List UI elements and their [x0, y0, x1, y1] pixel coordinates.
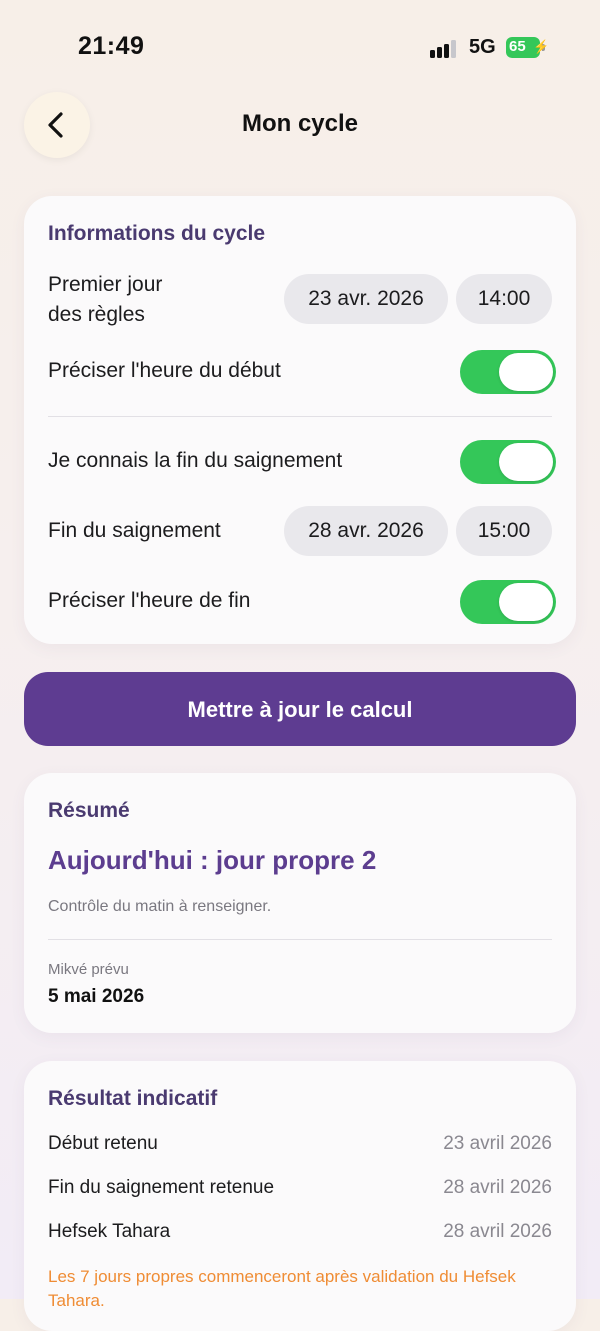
- toggle-knob: [499, 353, 553, 391]
- know-end-toggle[interactable]: [460, 440, 556, 484]
- divider: [48, 939, 552, 940]
- result-row-value: 28 avril 2026: [443, 1221, 552, 1242]
- update-calculation-button[interactable]: Mettre à jour le calcul: [24, 672, 576, 746]
- signal-icon: [430, 40, 460, 58]
- first-day-label-line1: Premier jour: [48, 273, 163, 296]
- today-status: Aujourd'hui : jour propre 2: [48, 845, 377, 875]
- result-row-label: Hefsek Tahara: [48, 1221, 171, 1242]
- end-label: Fin du saignement: [48, 519, 221, 542]
- summary-card: Résumé Aujourd'hui : jour propre 2 Contr…: [24, 773, 576, 1033]
- summary-title: Résumé: [48, 799, 130, 822]
- result-row-label: Début retenu: [48, 1133, 158, 1154]
- result-card: Résultat indicatif Début retenu 23 avril…: [24, 1061, 576, 1331]
- cycle-info-title: Informations du cycle: [48, 222, 266, 245]
- morning-check-note: Contrôle du matin à renseigner.: [48, 898, 272, 915]
- result-row-value: 23 avril 2026: [443, 1133, 552, 1154]
- first-day-label-line2: des règles: [48, 303, 145, 326]
- network-type: 5G: [469, 36, 496, 58]
- battery-level: 65: [509, 38, 526, 55]
- end-time-toggle[interactable]: [460, 580, 556, 624]
- end-time-picker[interactable]: 15:00: [456, 506, 552, 556]
- know-end-label: Je connais la fin du saignement: [48, 449, 343, 472]
- start-time-toggle[interactable]: [460, 350, 556, 394]
- first-day-date-picker[interactable]: 23 avr. 2026: [284, 274, 448, 324]
- status-time: 21:49: [78, 32, 145, 60]
- charging-bolt-icon: ⚡: [533, 39, 550, 54]
- start-time-toggle-label: Préciser l'heure du début: [48, 359, 281, 382]
- toggle-knob: [499, 583, 553, 621]
- result-title: Résultat indicatif: [48, 1087, 218, 1110]
- divider: [48, 416, 552, 417]
- first-day-time-picker[interactable]: 14:00: [456, 274, 552, 324]
- page-title: Mon cycle: [241, 110, 359, 137]
- toggle-knob: [499, 443, 553, 481]
- end-time-toggle-label: Préciser l'heure de fin: [48, 589, 251, 612]
- result-row-value: 28 avril 2026: [443, 1177, 552, 1198]
- warning-text: Les 7 jours propres commenceront après v…: [48, 1267, 516, 1310]
- status-bar: 21:49 5G 65 ⚡: [0, 0, 600, 90]
- mikve-date: 5 mai 2026: [48, 986, 145, 1007]
- result-row-label: Fin du saignement retenue: [48, 1177, 275, 1198]
- mikve-label: Mikvé prévu: [48, 961, 129, 978]
- cycle-info-card: Informations du cycle Premier jour des r…: [24, 196, 576, 644]
- battery-icon: 65 ⚡: [506, 37, 550, 58]
- end-date-picker[interactable]: 28 avr. 2026: [284, 506, 448, 556]
